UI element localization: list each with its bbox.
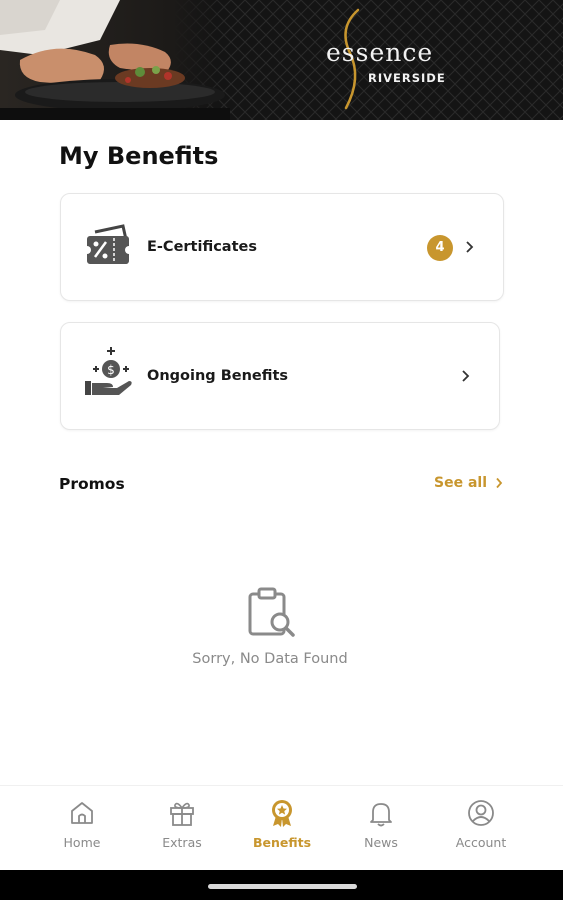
empty-state-message: Sorry, No Data Found bbox=[192, 651, 348, 667]
nav-extras-label: Extras bbox=[162, 835, 202, 850]
nav-account-label: Account bbox=[455, 835, 507, 850]
nav-account[interactable]: Account bbox=[431, 798, 531, 850]
bell-icon bbox=[370, 803, 392, 827]
page-title: My Benefits bbox=[59, 142, 219, 170]
nav-extras[interactable]: Extras bbox=[132, 798, 232, 850]
home-gesture-pill[interactable] bbox=[208, 884, 357, 889]
chevron-right-icon bbox=[466, 241, 474, 253]
e-certificates-count-badge: 4 bbox=[427, 235, 453, 261]
ongoing-benefits-card[interactable]: $ Ongoing Benefits bbox=[60, 322, 500, 430]
header-banner: essence RIVERSIDE bbox=[0, 0, 563, 120]
coin-hand-icon: $ bbox=[85, 347, 132, 395]
essence-riverside-logo: essence RIVERSIDE bbox=[318, 8, 458, 112]
home-icon bbox=[71, 802, 93, 824]
nav-benefits-label: Benefits bbox=[252, 835, 312, 850]
e-certificates-label: E-Certificates bbox=[147, 239, 257, 255]
nav-news[interactable]: News bbox=[331, 798, 431, 850]
svg-text:$: $ bbox=[107, 363, 115, 377]
voucher-percent-icon bbox=[83, 224, 133, 264]
nav-home-label: Home bbox=[63, 835, 101, 850]
system-navigation-bar bbox=[0, 870, 563, 900]
see-all-link[interactable]: See all bbox=[434, 475, 503, 491]
nav-benefits[interactable]: Benefits bbox=[232, 798, 332, 850]
nav-news-label: News bbox=[364, 835, 398, 850]
user-circle-icon bbox=[468, 800, 494, 826]
gift-icon bbox=[170, 802, 194, 826]
e-certificates-card[interactable]: E-Certificates 4 bbox=[60, 193, 504, 301]
brand-script: essence bbox=[326, 38, 434, 67]
promos-title: Promos bbox=[59, 475, 125, 493]
see-all-label: See all bbox=[434, 475, 487, 491]
brand-sub: RIVERSIDE bbox=[368, 71, 446, 85]
bottom-navigation: Home Extras Benefits News Account bbox=[0, 785, 563, 870]
ongoing-benefits-label: Ongoing Benefits bbox=[147, 368, 289, 384]
nav-home[interactable]: Home bbox=[32, 798, 132, 850]
clipboard-search-icon bbox=[248, 587, 295, 637]
award-badge-icon bbox=[272, 800, 292, 827]
chevron-right-icon bbox=[462, 370, 470, 382]
chef-plating-photo bbox=[0, 0, 230, 120]
chevron-right-icon bbox=[496, 477, 503, 489]
